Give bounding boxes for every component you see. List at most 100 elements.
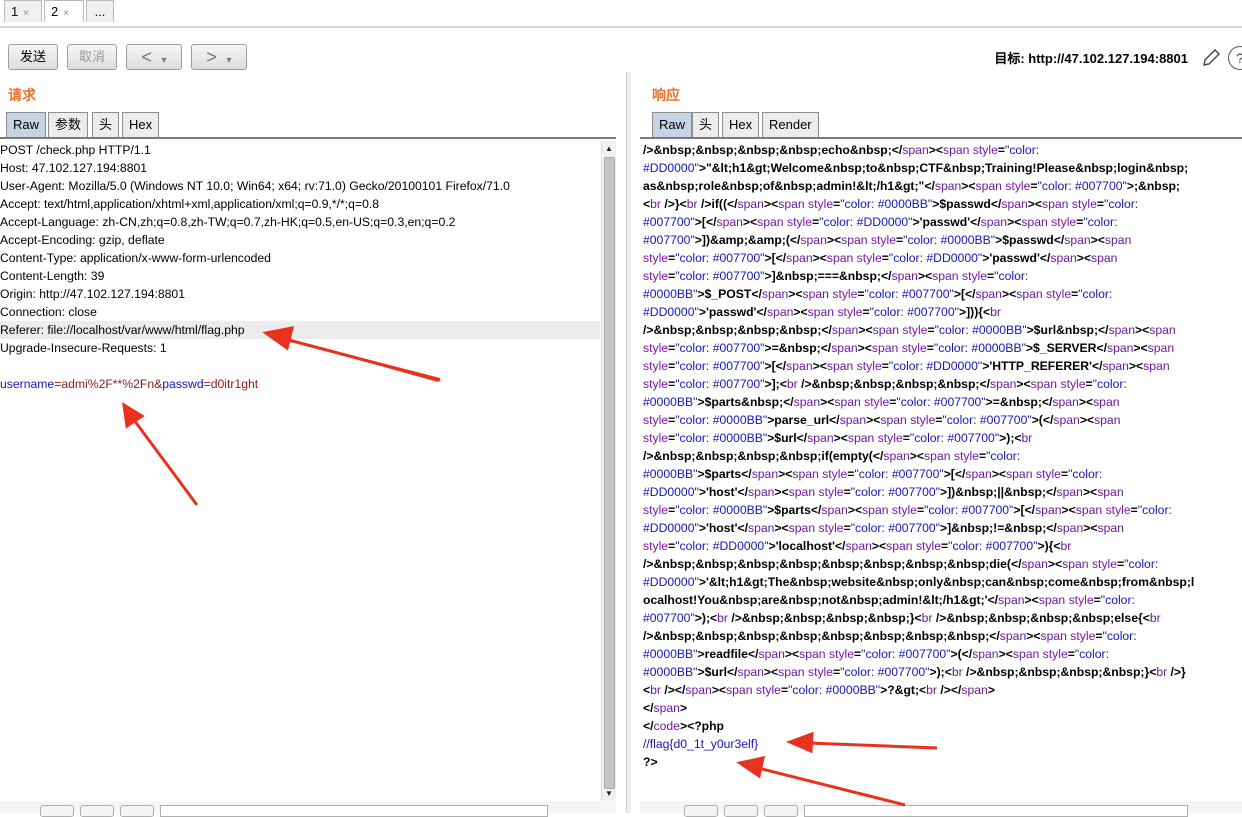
response-search-options-button[interactable] bbox=[764, 805, 798, 817]
response-search-input[interactable] bbox=[804, 805, 1188, 817]
pane-divider[interactable] bbox=[626, 72, 631, 813]
response-token: span bbox=[737, 665, 764, 679]
forward-button[interactable]: > ▾ bbox=[191, 44, 247, 70]
response-token: >< bbox=[866, 413, 881, 427]
back-button[interactable]: < ▾ bbox=[126, 44, 182, 70]
request-search-options-button[interactable] bbox=[120, 805, 154, 817]
request-scrollbar[interactable]: ▲ ▼ bbox=[601, 141, 616, 801]
response-token: >< bbox=[742, 215, 758, 229]
response-token: span bbox=[1102, 359, 1129, 373]
send-button[interactable]: 发送 bbox=[8, 44, 58, 70]
response-token: br bbox=[1149, 611, 1161, 625]
response-token: >]&nbsp;!=&nbsp;</ bbox=[939, 521, 1057, 535]
response-token: >(</ bbox=[1031, 413, 1054, 427]
back-dropdown-icon[interactable]: ▾ bbox=[162, 55, 167, 66]
response-search-prev-button[interactable] bbox=[684, 805, 718, 817]
response-search-next-button[interactable] bbox=[724, 805, 758, 817]
response-token: span bbox=[726, 683, 753, 697]
response-token: >])&nbsp;||&nbsp;</ bbox=[939, 485, 1057, 499]
response-token: >< bbox=[820, 395, 835, 409]
response-token: >< bbox=[991, 467, 1007, 481]
response-token: >(</ bbox=[950, 647, 973, 661]
response-line: #007700">);<br />&nbsp;&nbsp;&nbsp;&nbsp… bbox=[643, 609, 1239, 627]
response-token: span bbox=[989, 377, 1017, 391]
response-token: >'HTTP_REFERER'</ bbox=[982, 359, 1103, 373]
response-token: span bbox=[886, 539, 913, 553]
response-token: span bbox=[751, 467, 779, 481]
response-token: "color: bbox=[1137, 503, 1172, 517]
response-token: = bbox=[881, 359, 889, 373]
scroll-down-icon[interactable]: ▼ bbox=[605, 789, 613, 798]
request-tab-raw[interactable]: Raw bbox=[6, 112, 47, 137]
response-token: span bbox=[757, 215, 784, 229]
request-line: Host: 47.102.127.194:8801 bbox=[0, 161, 148, 175]
response-token: >$parts</ bbox=[767, 503, 822, 517]
request-search-next-button[interactable] bbox=[80, 805, 114, 817]
request-tab-params[interactable]: 参数 bbox=[48, 112, 89, 137]
response-token: >< bbox=[1026, 629, 1041, 643]
body-eq: = bbox=[203, 377, 211, 391]
response-token: span bbox=[932, 269, 959, 283]
response-line: style="color: #DD0000">'localhost'</span… bbox=[643, 537, 1239, 555]
response-token: #DD0000" bbox=[643, 161, 699, 175]
response-token: >"&lt;h1&gt;Welcome&nbsp;to&nbsp;CTF&nbs… bbox=[698, 161, 1189, 175]
response-token: />&nbsp;&nbsp;&nbsp;&nbsp;echo&nbsp;</ bbox=[643, 143, 903, 157]
response-token: "color: #0000BB" bbox=[840, 197, 933, 211]
request-editor[interactable]: POST /check.php HTTP/1.1 Host: 47.102.127… bbox=[0, 141, 600, 801]
response-token: />&nbsp;&nbsp;&nbsp;&nbsp;&nbsp;&nbsp;&n… bbox=[643, 557, 1022, 571]
request-line: Referer: file://localhost/var/www/html/f… bbox=[0, 321, 600, 339]
response-token: span bbox=[934, 179, 962, 193]
forward-dropdown-icon[interactable]: ▾ bbox=[227, 55, 232, 66]
tab-more[interactable]: ... bbox=[86, 0, 114, 22]
response-token: "color: bbox=[1083, 215, 1118, 229]
response-token: >< bbox=[1083, 521, 1098, 535]
response-token: br bbox=[990, 305, 1001, 319]
request-scroll-thumb[interactable] bbox=[604, 157, 615, 789]
request-search-prev-button[interactable] bbox=[40, 805, 74, 817]
response-tab-headers[interactable]: 头 bbox=[692, 112, 720, 137]
response-tab-hex[interactable]: Hex bbox=[722, 112, 760, 137]
response-token: = bbox=[1095, 629, 1103, 643]
response-token: = bbox=[862, 305, 870, 319]
response-token: "color: bbox=[1102, 629, 1137, 643]
tab-1-close-icon[interactable]: × bbox=[23, 8, 29, 19]
response-token: span bbox=[1035, 503, 1062, 517]
response-token: style bbox=[815, 521, 844, 535]
response-token: />&nbsp;&nbsp;&nbsp;&nbsp;&nbsp;&nbsp;&n… bbox=[643, 629, 1000, 643]
response-token: >< bbox=[1079, 413, 1095, 427]
response-token: span bbox=[792, 467, 819, 481]
response-token: />&nbsp;&nbsp;&nbsp;&nbsp;}< bbox=[962, 665, 1157, 679]
cancel-button[interactable]: 取消 bbox=[67, 44, 117, 70]
request-search-input[interactable] bbox=[160, 805, 548, 817]
response-editor[interactable]: />&nbsp;&nbsp;&nbsp;&nbsp;echo&nbsp;</ sp… bbox=[643, 141, 1239, 801]
response-token: >< bbox=[1016, 377, 1031, 391]
response-tab-bar: Raw 头 Hex Render bbox=[640, 111, 1242, 137]
response-tab-raw[interactable]: Raw bbox=[652, 112, 693, 137]
response-token: /></ bbox=[660, 683, 686, 697]
scroll-up-icon[interactable]: ▲ bbox=[605, 144, 613, 153]
response-token: >'passwd'</ bbox=[982, 251, 1051, 265]
response-token: style bbox=[853, 251, 882, 265]
response-line: />&nbsp;&nbsp;&nbsp;&nbsp;if(empty(</spa… bbox=[643, 447, 1239, 465]
edit-pencil-icon[interactable] bbox=[1200, 47, 1222, 69]
tab-2-close-icon[interactable]: × bbox=[63, 8, 69, 19]
response-token: span bbox=[831, 323, 859, 337]
response-token: br bbox=[686, 197, 698, 211]
request-tab-headers[interactable]: 头 bbox=[92, 112, 120, 137]
response-tab-render[interactable]: Render bbox=[762, 112, 819, 137]
response-token: span bbox=[1147, 341, 1175, 355]
response-token: = bbox=[857, 287, 865, 301]
response-token: style bbox=[1065, 593, 1094, 607]
response-token: "color: #007700" bbox=[675, 269, 765, 283]
response-token: br bbox=[951, 665, 963, 679]
response-token: style bbox=[958, 269, 988, 283]
response-token: span bbox=[1097, 485, 1124, 499]
response-token: "color: #007700" bbox=[675, 341, 765, 355]
response-token: span bbox=[1021, 557, 1048, 571]
tab-2[interactable]: 2 × bbox=[44, 0, 84, 22]
top-tab-strip: 1 × 2 × ... bbox=[0, 0, 1242, 28]
back-arrow-icon: < bbox=[141, 47, 152, 67]
request-tab-underline bbox=[0, 137, 616, 139]
request-tab-hex[interactable]: Hex bbox=[122, 112, 160, 137]
tab-1[interactable]: 1 × bbox=[4, 0, 42, 22]
